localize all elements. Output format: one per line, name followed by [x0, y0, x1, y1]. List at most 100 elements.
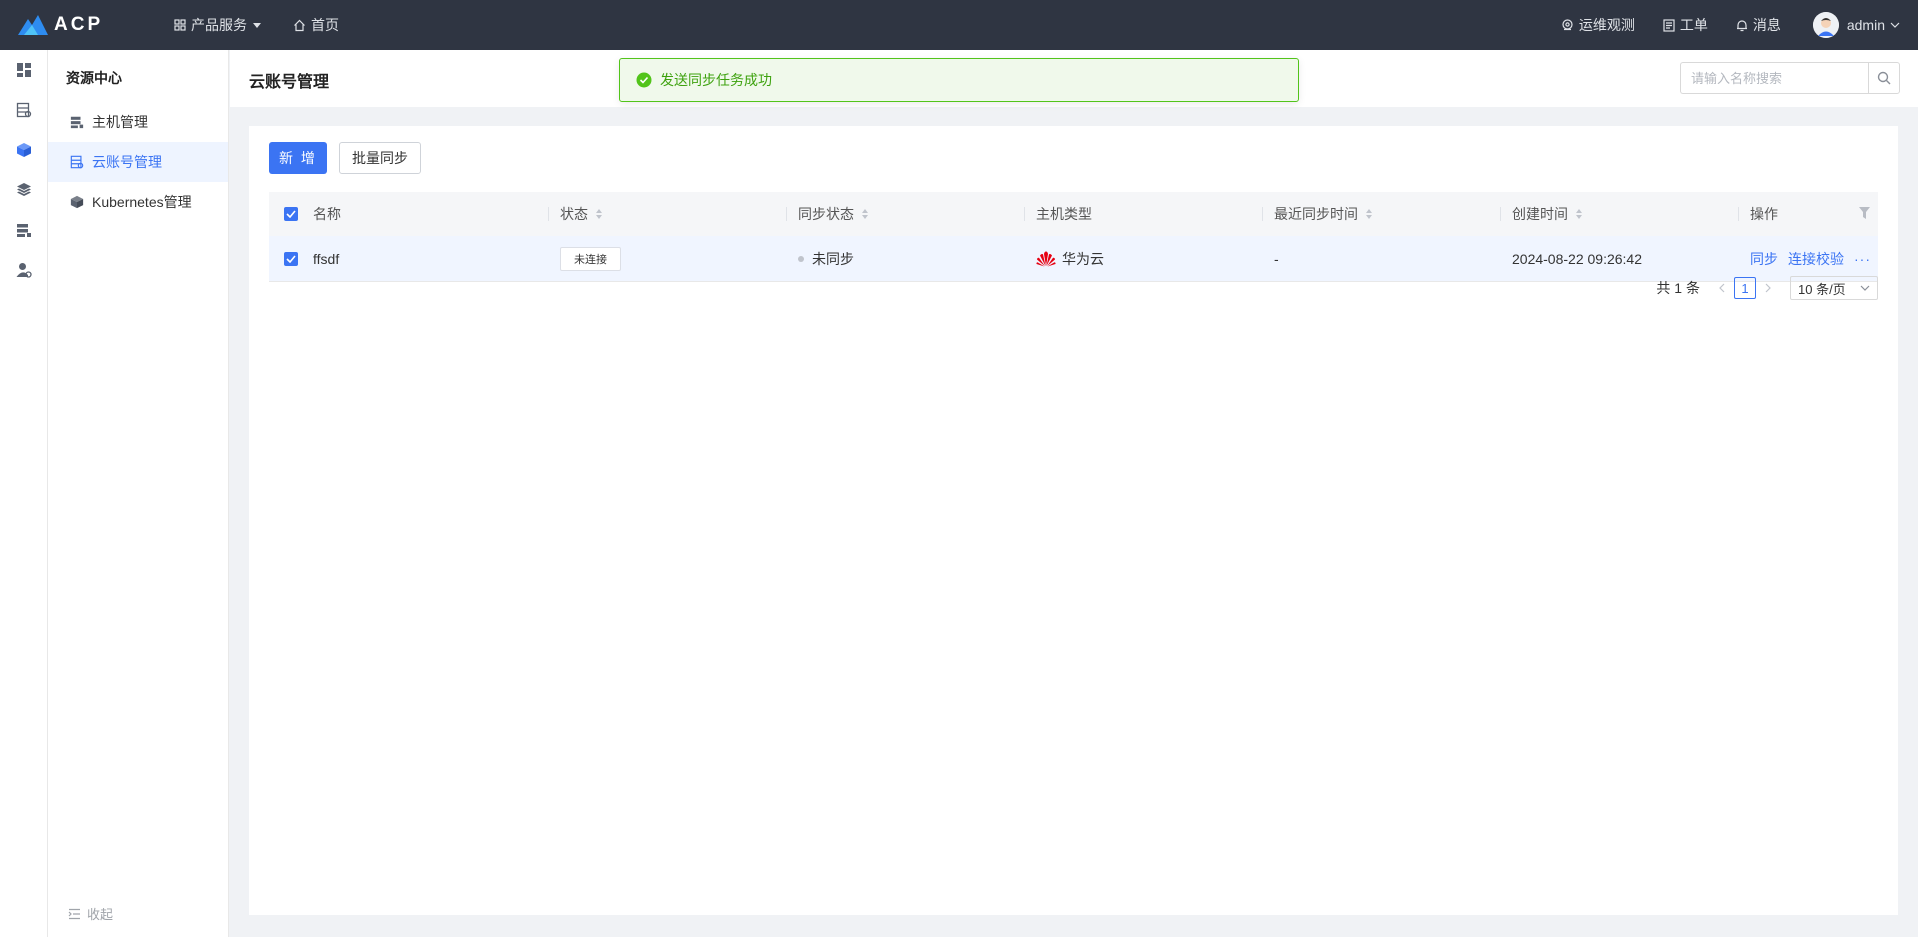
sort-icon[interactable] — [1576, 209, 1582, 219]
search-box — [1680, 62, 1900, 94]
batch-sync-button[interactable]: 批量同步 — [339, 142, 421, 174]
sort-icon[interactable] — [596, 209, 602, 219]
cube-icon — [70, 195, 84, 209]
home-icon — [293, 19, 306, 32]
search-input[interactable] — [1680, 62, 1868, 94]
user-settings-icon — [16, 263, 32, 278]
nav-tickets-label: 工单 — [1679, 17, 1708, 33]
sidebar-item-host-management[interactable]: 主机管理 — [48, 102, 228, 142]
chevron-right-icon — [1765, 283, 1771, 293]
server-icon — [70, 115, 84, 129]
rail-layers[interactable] — [0, 170, 48, 210]
col-created[interactable]: 创建时间 — [1500, 192, 1738, 236]
next-page-button[interactable] — [1760, 278, 1776, 298]
prev-page-button[interactable] — [1714, 278, 1730, 298]
bell-icon — [1736, 19, 1748, 32]
cell-sync-status: 未同步 — [786, 236, 1024, 281]
collapse-icon — [68, 908, 81, 920]
server-icon — [17, 224, 31, 237]
col-status[interactable]: 状态 — [548, 192, 786, 236]
rail-resource-list[interactable] — [0, 90, 48, 130]
col-name: 名称 — [313, 192, 548, 236]
resource-list-icon — [16, 102, 32, 118]
status-badge: 未连接 — [560, 246, 621, 271]
row-checkbox[interactable] — [284, 251, 298, 266]
chevron-down-icon — [1890, 22, 1900, 29]
col-sync-status-label: 同步状态 — [798, 206, 854, 222]
content-card: 新 增 批量同步 名称 状态 同步状态 主机类型 最近同步时间 创建时间 操作 … — [249, 126, 1898, 915]
nav-home[interactable]: 首页 — [293, 15, 339, 35]
check-circle-icon — [636, 72, 652, 88]
nav-ops-observe-label: 运维观测 — [1578, 17, 1635, 33]
search-button[interactable] — [1868, 62, 1900, 94]
avatar — [1812, 12, 1839, 38]
sidebar-item-kubernetes[interactable]: Kubernetes管理 — [48, 182, 228, 222]
search-icon — [1877, 71, 1891, 85]
rail-servers[interactable] — [0, 210, 48, 250]
page-size-select[interactable]: 10 条/页 — [1790, 276, 1878, 300]
huawei-cloud-icon — [1036, 251, 1056, 267]
nav-messages[interactable]: 消息 — [1736, 15, 1781, 35]
col-sync-status[interactable]: 同步状态 — [786, 192, 1024, 236]
select-all-checkbox[interactable] — [284, 207, 298, 221]
rail-user-settings[interactable] — [0, 250, 48, 290]
grid-icon — [174, 19, 186, 31]
user-menu[interactable]: admin — [1812, 12, 1900, 38]
row-select-cell — [269, 236, 313, 281]
sidebar-item-cloud-account[interactable]: 云账号管理 — [48, 142, 228, 182]
cell-host-type: 华为云 — [1024, 236, 1262, 281]
chevron-left-icon — [1719, 283, 1725, 293]
col-host-type: 主机类型 — [1024, 192, 1262, 236]
sort-icon[interactable] — [1366, 209, 1372, 219]
top-navbar: ACP 产品服务 首页 运维观测 工单 消息 admin — [0, 0, 1918, 50]
col-actions-label: 操作 — [1750, 206, 1778, 222]
pagination: 共 1 条 1 10 条/页 — [1656, 276, 1878, 300]
sidebar-item-label: 主机管理 — [92, 114, 148, 130]
sidebar-item-label: 云账号管理 — [92, 154, 162, 170]
nav-home-label: 首页 — [311, 17, 339, 33]
page-title: 云账号管理 — [249, 74, 330, 91]
col-name-label: 名称 — [313, 206, 341, 222]
cloud-account-table: 名称 状态 同步状态 主机类型 最近同步时间 创建时间 操作 ffsdf 未连接… — [269, 192, 1878, 282]
logo[interactable]: ACP — [18, 14, 138, 36]
rail-resource-center[interactable] — [0, 130, 48, 170]
cube-icon — [17, 143, 31, 157]
page-size-value: 10 条/页 — [1798, 281, 1846, 297]
sidebar-title: 资源中心 — [66, 70, 122, 86]
cell-last-sync: - — [1274, 250, 1279, 267]
layers-icon — [17, 183, 31, 196]
nav-product-services-label: 产品服务 — [191, 17, 247, 33]
more-actions-button[interactable]: ··· — [1854, 251, 1871, 267]
collapse-label: 收起 — [87, 907, 114, 922]
add-button[interactable]: 新 增 — [269, 142, 327, 174]
nav-tickets[interactable]: 工单 — [1663, 15, 1708, 35]
col-status-label: 状态 — [560, 206, 588, 222]
cloud-account-icon — [70, 155, 84, 169]
sync-link[interactable]: 同步 — [1750, 249, 1778, 269]
document-icon — [1663, 18, 1675, 32]
toast-message: 发送同步任务成功 — [660, 72, 772, 88]
filter-icon[interactable] — [1859, 207, 1870, 219]
status-dot — [798, 255, 804, 262]
nav-ops-observe[interactable]: 运维观测 — [1561, 15, 1635, 35]
dashboard-icon — [17, 63, 31, 77]
cell-name: ffsdf — [313, 250, 340, 267]
sub-sidebar: 资源中心 主机管理 云账号管理 Kubernetes管理 收起 — [48, 50, 229, 937]
user-name: admin — [1846, 17, 1885, 33]
sync-status-text: 未同步 — [812, 250, 854, 267]
col-created-label: 创建时间 — [1512, 206, 1568, 222]
table-row[interactable]: ffsdf 未连接 未同步 华为云 - 2024-08-22 09:26:42 … — [269, 236, 1878, 282]
nav-messages-label: 消息 — [1752, 17, 1781, 33]
rail-dashboard[interactable] — [0, 50, 48, 90]
collapse-sidebar-button[interactable]: 收起 — [68, 904, 113, 923]
nav-product-services[interactable]: 产品服务 — [174, 15, 261, 35]
table-header: 名称 状态 同步状态 主机类型 最近同步时间 创建时间 操作 — [269, 192, 1878, 236]
col-actions: 操作 — [1738, 192, 1878, 236]
cell-created: 2024-08-22 09:26:42 — [1512, 250, 1642, 267]
cell-status: 未连接 — [548, 236, 786, 281]
sort-icon[interactable] — [862, 209, 868, 219]
caret-down-icon — [253, 22, 261, 28]
connection-check-link[interactable]: 连接校验 — [1788, 249, 1844, 269]
col-last-sync[interactable]: 最近同步时间 — [1262, 192, 1500, 236]
page-number[interactable]: 1 — [1734, 277, 1756, 299]
